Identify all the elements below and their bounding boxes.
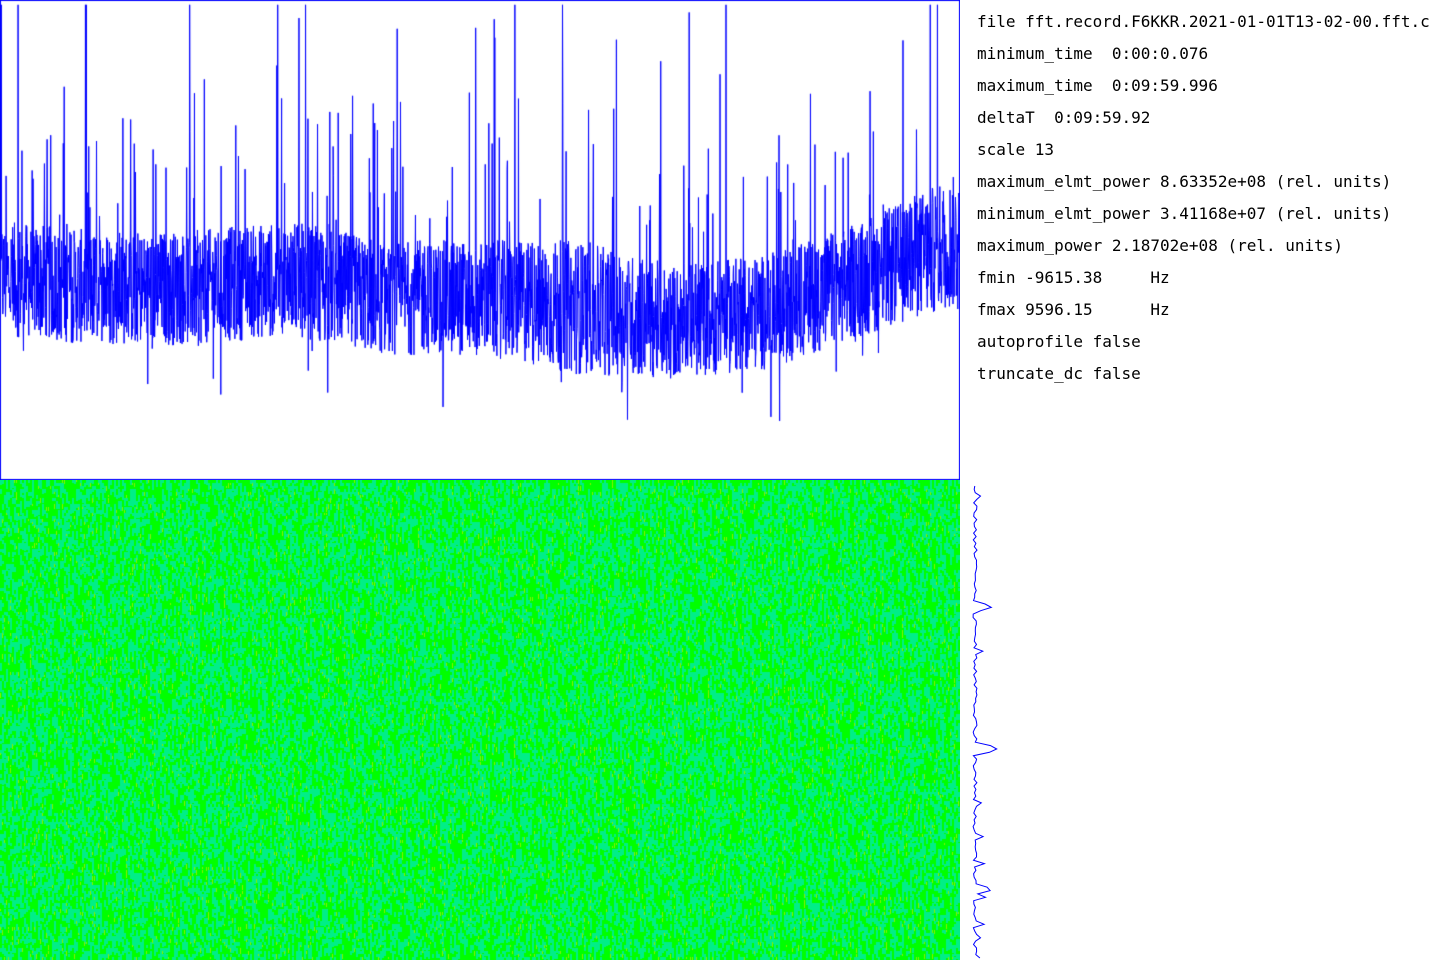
info-file: file fft.record.F6KKR.2021-01-01T13-02-0… xyxy=(977,12,1430,31)
info-truncate-dc: truncate_dc false xyxy=(977,364,1141,383)
power-vs-time-plot xyxy=(0,0,960,480)
frequency-profile-plot xyxy=(972,485,998,959)
info-fmin: fmin -9615.38 Hz xyxy=(977,268,1170,287)
info-panel: file fft.record.F6KKR.2021-01-01T13-02-0… xyxy=(977,10,1440,410)
info-delta-t: deltaT 0:09:59.92 xyxy=(977,108,1151,127)
info-maximum-elmt-power: maximum_elmt_power 8.63352e+08 (rel. uni… xyxy=(977,172,1392,191)
frequency-profile-line xyxy=(972,485,998,959)
info-scale: scale 13 xyxy=(977,140,1055,159)
info-minimum-elmt-power: minimum_elmt_power 3.41168e+07 (rel. uni… xyxy=(977,204,1392,223)
info-autoprofile: autoprofile false xyxy=(977,332,1141,351)
info-minimum-time: minimum_time 0:00:0.076 xyxy=(977,44,1209,63)
info-fmax: fmax 9596.15 Hz xyxy=(977,300,1170,319)
info-maximum-power: maximum_power 2.18702e+08 (rel. units) xyxy=(977,236,1344,255)
fft-viewer: file fft.record.F6KKR.2021-01-01T13-02-0… xyxy=(0,0,1440,960)
info-maximum-time: maximum_time 0:09:59.996 xyxy=(977,76,1218,95)
spectrogram-heatmap xyxy=(0,480,960,960)
